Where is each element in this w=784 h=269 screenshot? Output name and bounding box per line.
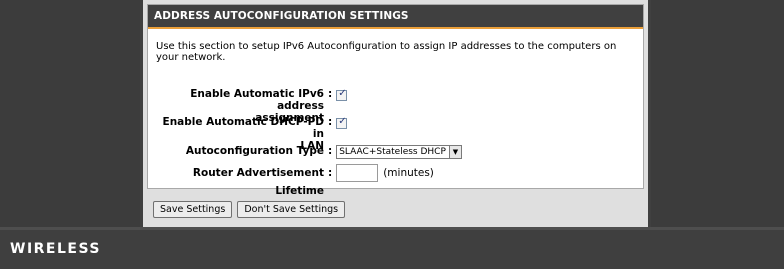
panel-title: ADDRESS AUTOCONFIGURATION SETTINGS <box>148 5 643 29</box>
auto-ipv6-label-line1: Enable Automatic IPv6 address <box>190 88 324 112</box>
footer-brand: WIRELESS <box>10 241 102 257</box>
left-column <box>0 0 140 227</box>
ra-lifetime-row: Router Advertisement Lifetime : (minutes… <box>148 164 645 200</box>
section-description: Use this section to setup IPv6 Autoconfi… <box>156 41 617 63</box>
dhcp-pd-colon: : <box>328 116 333 128</box>
ra-lifetime-unit: (minutes) <box>383 167 434 179</box>
settings-panel: ADDRESS AUTOCONFIGURATION SETTINGS Use t… <box>147 4 645 197</box>
dont-save-settings-button[interactable]: Don't Save Settings <box>237 201 346 218</box>
checkmark-icon: ✓ <box>338 116 347 127</box>
autoconfig-type-colon: : <box>328 145 333 157</box>
autoconfig-type-row: Autoconfiguration Type : SLAAC+Stateless… <box>148 145 645 159</box>
ra-lifetime-input[interactable] <box>336 164 379 182</box>
footer-bar: WIRELESS <box>0 227 784 269</box>
dhcp-pd-checkbox[interactable]: ✓ <box>336 116 348 129</box>
action-buttons: Save Settings Don't Save Settings <box>153 201 346 218</box>
content-area: ADDRESS AUTOCONFIGURATION SETTINGS Use t… <box>143 0 648 227</box>
save-settings-button[interactable]: Save Settings <box>153 201 233 218</box>
checkmark-icon: ✓ <box>338 88 347 99</box>
ra-lifetime-colon: : <box>328 167 333 179</box>
right-column <box>651 0 784 227</box>
autoconfig-type-label: Autoconfiguration Type <box>185 145 324 157</box>
dhcp-pd-label-line1: Enable Automatic DHCP-PD in <box>162 116 324 140</box>
ra-lifetime-label: Router Advertisement Lifetime <box>192 167 324 197</box>
auto-ipv6-colon: : <box>328 88 333 100</box>
autoconfig-type-selected: SLAAC+Stateless DHCP <box>339 147 446 157</box>
autoconfig-type-select[interactable]: SLAAC+Stateless DHCP ▼ <box>336 145 462 159</box>
auto-ipv6-checkbox[interactable]: ✓ <box>336 88 348 101</box>
dropdown-arrow-icon[interactable]: ▼ <box>448 146 461 158</box>
